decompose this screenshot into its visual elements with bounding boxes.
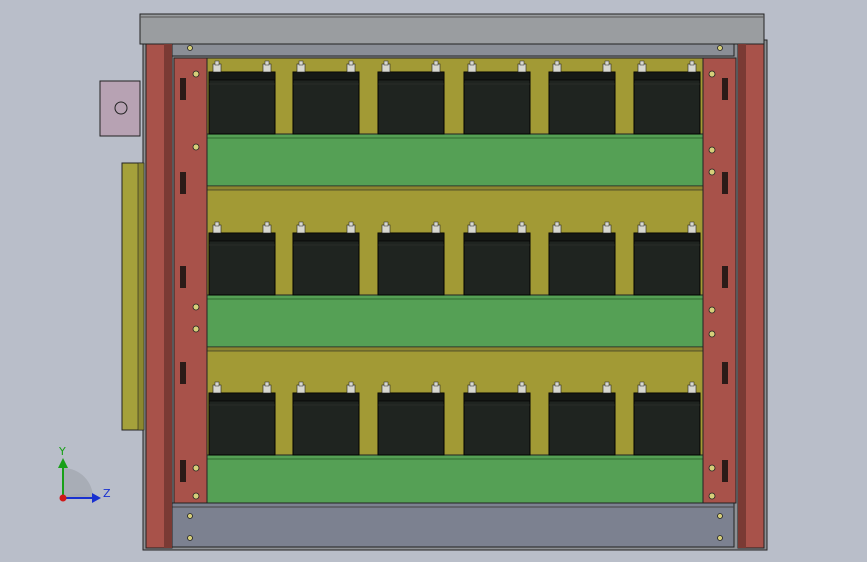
battery-body	[208, 232, 276, 296]
cad-viewport[interactable]: Y Z	[0, 0, 867, 562]
back-panel	[206, 57, 704, 504]
shelf-2	[206, 294, 704, 348]
right-outer-post-shade	[738, 44, 746, 548]
battery-body	[377, 232, 445, 296]
shelf-1	[206, 133, 704, 187]
battery-body	[292, 392, 360, 456]
battery-lid	[292, 392, 360, 402]
battery-body	[548, 232, 616, 296]
battery-lid	[548, 232, 616, 242]
battery-lid	[548, 392, 616, 402]
battery-cabinet-assembly[interactable]	[99, 13, 768, 551]
right-inner-post	[702, 57, 737, 504]
battery-lid	[377, 71, 445, 81]
x-axis-dot	[59, 494, 67, 502]
left-inner-post	[173, 57, 208, 504]
battery-lid	[633, 232, 701, 242]
battery-lid	[377, 232, 445, 242]
battery-lid	[548, 71, 616, 81]
battery-2-4[interactable]	[463, 221, 531, 296]
battery-body	[463, 392, 531, 456]
battery-body	[377, 71, 445, 135]
battery-lid	[633, 392, 701, 402]
battery-3-5[interactable]	[548, 381, 616, 456]
battery-lid	[633, 71, 701, 81]
battery-body	[548, 392, 616, 456]
battery-lid	[208, 71, 276, 81]
y-axis-label: Y	[58, 445, 66, 458]
z-axis-label: Z	[103, 487, 111, 500]
battery-lid	[292, 71, 360, 81]
battery-lid	[463, 392, 531, 402]
battery-2-6[interactable]	[633, 221, 701, 296]
side-hinge-bracket	[99, 80, 141, 137]
battery-3-6[interactable]	[633, 381, 701, 456]
battery-1-1[interactable]	[208, 60, 276, 135]
top-cover	[139, 13, 765, 45]
shelf-3	[206, 454, 704, 504]
battery-3-1[interactable]	[208, 381, 276, 456]
battery-lid	[463, 232, 531, 242]
battery-1-2[interactable]	[292, 60, 360, 135]
battery-body	[463, 71, 531, 135]
row-divider-1	[206, 185, 704, 191]
battery-2-3[interactable]	[377, 221, 445, 296]
bottom-base	[171, 502, 735, 548]
battery-body	[377, 392, 445, 456]
battery-2-1[interactable]	[208, 221, 276, 296]
battery-1-5[interactable]	[548, 60, 616, 135]
left-outer-post-shade	[164, 44, 172, 548]
battery-3-4[interactable]	[463, 381, 531, 456]
row-divider-2	[206, 346, 704, 352]
battery-body	[633, 392, 701, 456]
battery-lid	[208, 232, 276, 242]
top-rail	[171, 43, 735, 57]
battery-1-6[interactable]	[633, 60, 701, 135]
side-door-edge	[137, 162, 145, 431]
battery-body	[463, 232, 531, 296]
battery-body	[292, 232, 360, 296]
battery-body	[208, 71, 276, 135]
battery-3-2[interactable]	[292, 381, 360, 456]
battery-3-3[interactable]	[377, 381, 445, 456]
battery-2-5[interactable]	[548, 221, 616, 296]
battery-body	[292, 71, 360, 135]
battery-lid	[292, 232, 360, 242]
battery-lid	[463, 71, 531, 81]
battery-1-3[interactable]	[377, 60, 445, 135]
battery-1-4[interactable]	[463, 60, 531, 135]
battery-body	[548, 71, 616, 135]
battery-body	[208, 392, 276, 456]
battery-2-2[interactable]	[292, 221, 360, 296]
battery-body	[633, 232, 701, 296]
battery-lid	[377, 392, 445, 402]
battery-body	[633, 71, 701, 135]
battery-lid	[208, 392, 276, 402]
